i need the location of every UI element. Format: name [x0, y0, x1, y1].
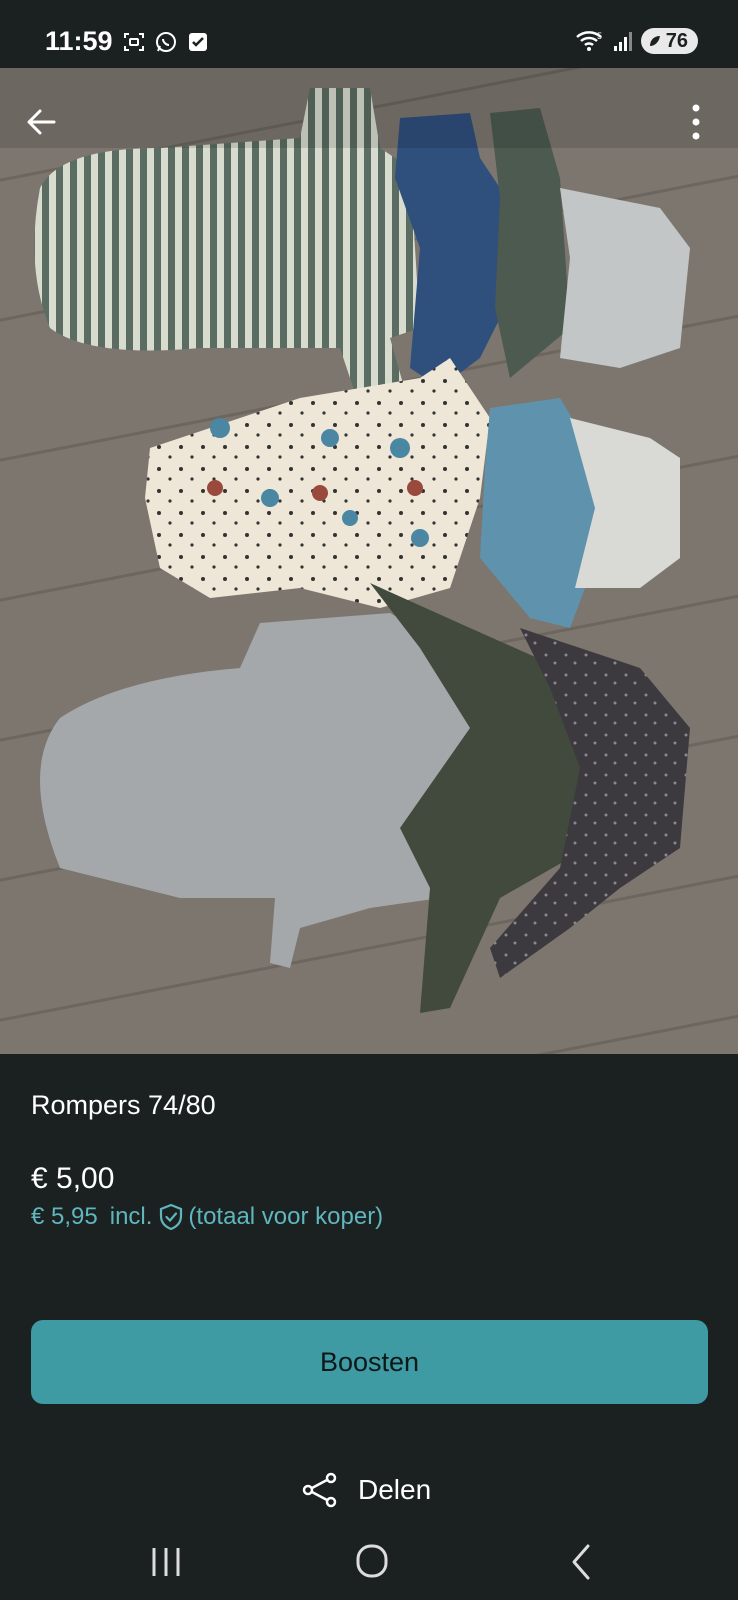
svg-text:5: 5 — [597, 31, 602, 41]
system-nav-bar — [0, 1520, 738, 1600]
buyer-price: € 5,95 — [31, 1203, 98, 1230]
buyer-price-info[interactable]: € 5,95 incl. (totaal voor koper) — [31, 1203, 383, 1231]
battery-indicator: 76 — [640, 28, 698, 54]
signal-icon — [613, 32, 632, 51]
listing-price: € 5,00 — [31, 1162, 115, 1195]
battery-level: 76 — [665, 29, 688, 52]
share-label: Delen — [358, 1474, 432, 1505]
status-right: 5 76 — [575, 28, 698, 54]
home-icon[interactable] — [342, 1540, 402, 1584]
share-button[interactable]: Delen — [300, 1470, 431, 1510]
screenshot-icon — [124, 33, 144, 51]
rompers-photo — [0, 68, 738, 1054]
notification-icons — [122, 30, 210, 54]
back-nav-icon[interactable] — [550, 1540, 610, 1584]
more-options-icon[interactable] — [680, 98, 712, 146]
battery-icon — [649, 36, 660, 46]
status-bar: 11:59 5 76 — [0, 0, 738, 68]
boost-button[interactable]: Boosten — [31, 1320, 708, 1404]
buyer-incl-label: incl. — [109, 1203, 153, 1230]
listing-photo[interactable] — [0, 68, 738, 1054]
share-icon — [302, 1472, 337, 1508]
buyer-total-note: (totaal voor koper) — [188, 1203, 384, 1230]
checkbox-notification-icon — [189, 33, 207, 51]
back-arrow-icon[interactable] — [20, 100, 64, 144]
whatsapp-icon — [156, 32, 176, 52]
status-time: 11:59 — [45, 26, 113, 56]
recent-apps-icon[interactable] — [136, 1540, 196, 1584]
wifi-icon: 5 — [575, 31, 602, 51]
listing-title: Rompers 74/80 — [31, 1090, 216, 1120]
shield-check-icon — [160, 1203, 183, 1231]
